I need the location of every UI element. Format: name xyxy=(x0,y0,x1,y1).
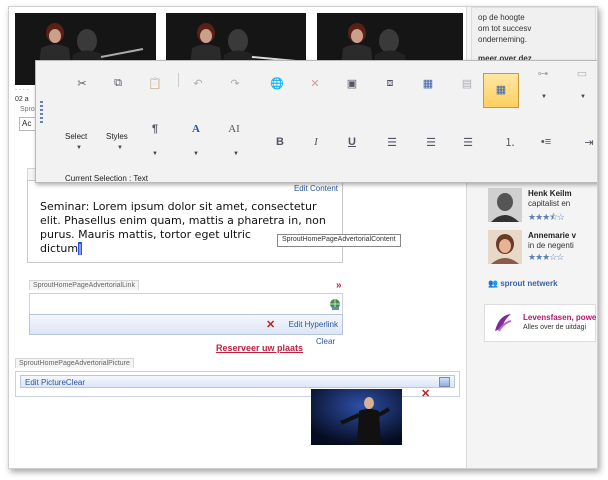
edit-hyperlink-link[interactable]: Edit Hyperlink xyxy=(289,320,338,329)
split-cell-icon[interactable]: ⊶ xyxy=(535,65,551,81)
person-desc: capitalist en xyxy=(528,199,571,208)
remove-link-icon[interactable]: ✕ xyxy=(307,75,323,91)
picture-bar[interactable]: Edit PictureClear xyxy=(20,375,455,388)
numbered-list-icon[interactable]: ⒈ xyxy=(502,134,518,150)
person-card-2[interactable]: Annemarie v in de negenti ★★★☆☆ xyxy=(484,230,596,270)
text-cursor: | xyxy=(78,242,82,255)
toolbar-grip-handle[interactable] xyxy=(40,101,43,123)
redo-icon[interactable]: ↷ xyxy=(227,75,243,91)
picture-field-label: SproutHomePageAdvertorialPicture xyxy=(15,358,134,368)
table-props-icon[interactable]: ▤ xyxy=(459,75,475,91)
insert-media-icon[interactable]: ⧈ xyxy=(382,75,398,91)
copy-icon[interactable]: ⧉ xyxy=(110,75,126,91)
promo-line-2: om tot succesv xyxy=(478,24,532,33)
edit-content-link[interactable]: Edit Content xyxy=(294,184,338,193)
people-icon: 👥 xyxy=(488,279,498,288)
remove-link-icon[interactable]: ✕ xyxy=(266,318,275,331)
font-size-icon[interactable]: AI xyxy=(226,121,242,137)
reserve-spot-link[interactable]: Reserveer uw plaats xyxy=(216,343,303,353)
person-name: Annemarie v xyxy=(528,231,577,240)
dropdown-arrow-icon[interactable]: ▼ xyxy=(580,94,586,100)
picture-icon[interactable] xyxy=(439,377,450,387)
lifephase-logo-icon xyxy=(495,314,512,332)
insert-image-icon[interactable]: ▣ xyxy=(344,75,360,91)
paste-icon[interactable]: 📋 xyxy=(147,75,163,91)
rating-stars: ★★★⯪☆ xyxy=(528,212,565,222)
styles-dropdown-icon[interactable]: ▼ xyxy=(117,145,123,151)
sprout-network-link[interactable]: 👥 sprout netwerk xyxy=(488,279,558,288)
lifephase-sub: Alles over de uitdagi xyxy=(523,324,587,331)
align-left-icon[interactable]: ☰ xyxy=(384,134,400,150)
clear-link-button[interactable]: Clear xyxy=(316,337,335,346)
styles-menu[interactable]: Styles xyxy=(106,132,128,141)
remove-picture-icon[interactable]: ✕ xyxy=(421,387,430,400)
font-color-icon[interactable]: A xyxy=(188,121,204,137)
globe-link-icon[interactable] xyxy=(329,298,341,310)
speaker-photo xyxy=(311,389,402,445)
avatar xyxy=(488,188,522,222)
promo-line-3: onderneming. xyxy=(478,35,527,44)
field-tooltip: SproutHomePageAdvertorialContent xyxy=(277,234,401,247)
person-desc: in de negenti xyxy=(528,241,574,250)
page-frame: .... 02 a Sprou Ac op de hoogte om tot s… xyxy=(8,6,598,469)
font-color-dropdown-icon[interactable]: ▼ xyxy=(193,151,199,157)
lifephase-title: Levensfasen, powe xyxy=(523,313,597,322)
current-selection-status: Current Selection : Text xyxy=(65,174,149,183)
lifephase-box[interactable]: Levensfasen, powe Alles over de uitdagi xyxy=(484,304,596,342)
table-grid-icon[interactable]: ▦ xyxy=(493,81,509,97)
select-menu[interactable]: Select xyxy=(65,132,87,141)
hyperlink-bar[interactable]: ✕ Edit Hyperlink xyxy=(29,314,343,335)
content-editor[interactable]: Edit Content Seminar: Lorem ipsum dolor … xyxy=(27,180,343,263)
advertorial-picture[interactable] xyxy=(311,389,402,445)
edit-picture-link[interactable]: Edit PictureClear xyxy=(25,378,85,387)
align-right-icon[interactable]: ☰ xyxy=(460,134,476,150)
align-center-icon[interactable]: ☰ xyxy=(423,134,439,150)
person-card-1[interactable]: Henk Keilm capitalist en ★★★⯪☆ xyxy=(484,188,596,228)
dropdown-arrow-icon[interactable]: ▼ xyxy=(541,94,547,100)
expand-arrow-icon[interactable]: » xyxy=(336,280,342,291)
link-field-label: SproutHomePageAdvertorialLink xyxy=(29,280,139,290)
paragraph-dropdown-icon[interactable]: ▼ xyxy=(152,151,158,157)
italic-button[interactable]: I xyxy=(308,134,324,150)
insert-table-icon[interactable]: ▦ xyxy=(420,75,436,91)
content-text[interactable]: Seminar: Lorem ipsum dolor sit amet, con… xyxy=(40,200,340,256)
undo-icon[interactable]: ↶ xyxy=(190,75,206,91)
rating-stars: ★★★☆☆ xyxy=(528,252,564,262)
indent-icon[interactable]: ⇥ xyxy=(581,134,597,150)
insert-link-icon[interactable]: 🌐 xyxy=(269,75,285,91)
dotted-divider: .... xyxy=(15,85,31,92)
avatar xyxy=(488,230,522,264)
promo-line-1: op de hoogte xyxy=(478,13,525,22)
select-dropdown-icon[interactable]: ▼ xyxy=(76,145,82,151)
cut-icon[interactable]: ✂ xyxy=(74,75,90,91)
paragraph-icon[interactable]: ¶ xyxy=(147,121,163,137)
date-fragment: 02 a xyxy=(15,96,29,103)
rich-text-toolbar[interactable]: ✂ ⧉ 📋 ↶ ↷ 🌐 ✕ ▣ ⧈ ▦ ▤ ▦ ⊶ ▼ ▭ ▼ Select ▼… xyxy=(35,60,597,183)
underline-button[interactable]: U xyxy=(344,134,360,150)
separator xyxy=(178,73,179,87)
link-field-frame xyxy=(29,293,343,314)
person-name: Henk Keilm xyxy=(528,189,572,198)
bold-button[interactable]: B xyxy=(272,134,288,150)
bullet-list-icon[interactable]: •≡ xyxy=(538,134,554,150)
merge-cell-icon[interactable]: ▭ xyxy=(574,65,590,81)
font-size-dropdown-icon[interactable]: ▼ xyxy=(233,151,239,157)
